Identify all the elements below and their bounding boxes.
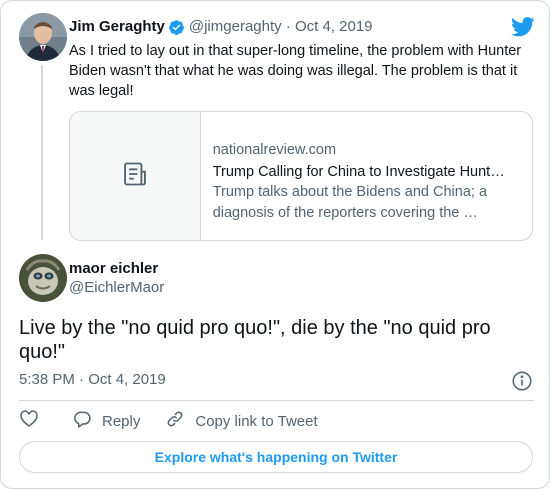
info-icon[interactable]	[511, 370, 533, 392]
copy-link-button[interactable]: Copy link to Tweet	[165, 409, 318, 433]
reply-button[interactable]: Reply	[72, 409, 140, 433]
tweet-embed-card: Jim Geraghty @jimgeraghty · Oct 4, 2019 …	[0, 0, 550, 489]
thread-connector-line	[41, 65, 43, 240]
link-title: Trump Calling for China to Investigate H…	[212, 164, 505, 180]
copy-link-label: Copy link to Tweet	[195, 412, 318, 430]
author-name[interactable]: Jim Geraghty	[69, 18, 165, 36]
link-description: Trump talks about the Bidens and China; …	[212, 184, 488, 221]
tweet-timestamp[interactable]: 5:38 PM · Oct 4, 2019	[19, 371, 166, 389]
tweet-actions-bar: Reply Copy link to Tweet	[19, 408, 318, 434]
like-button[interactable]	[19, 409, 39, 433]
quoted-tweet-text: As I tried to lay out in that super-long…	[69, 43, 522, 99]
link-domain: nationalreview.com	[212, 142, 337, 158]
explore-twitter-button[interactable]: Explore what's happening on Twitter	[19, 441, 533, 473]
twitter-bird-logo-icon[interactable]	[511, 16, 535, 38]
divider	[19, 400, 534, 401]
avatar-maor-eichler[interactable]	[19, 254, 67, 302]
article-icon	[121, 160, 149, 193]
handle-and-date[interactable]: @jimgeraghty · Oct 4, 2019	[189, 18, 373, 36]
tweet-text: Live by the "no quid pro quo!", die by t…	[19, 317, 491, 363]
quoted-tweet-header: Jim Geraghty @jimgeraghty · Oct 4, 2019	[69, 18, 373, 36]
verified-badge-icon	[168, 19, 185, 36]
link-text-area: nationalreview.com Trump Calling for Chi…	[201, 112, 532, 240]
author-handle[interactable]: @EichlerMaor	[69, 279, 164, 297]
avatar-jim-geraghty[interactable]	[19, 13, 67, 61]
heart-icon	[19, 409, 39, 433]
author-name[interactable]: maor eichler	[69, 260, 158, 278]
link-icon	[165, 409, 185, 433]
link-preview-card[interactable]: nationalreview.com Trump Calling for Chi…	[69, 111, 533, 241]
reply-label: Reply	[102, 412, 141, 430]
link-thumbnail	[70, 112, 201, 240]
reply-bubble-icon	[72, 409, 92, 433]
